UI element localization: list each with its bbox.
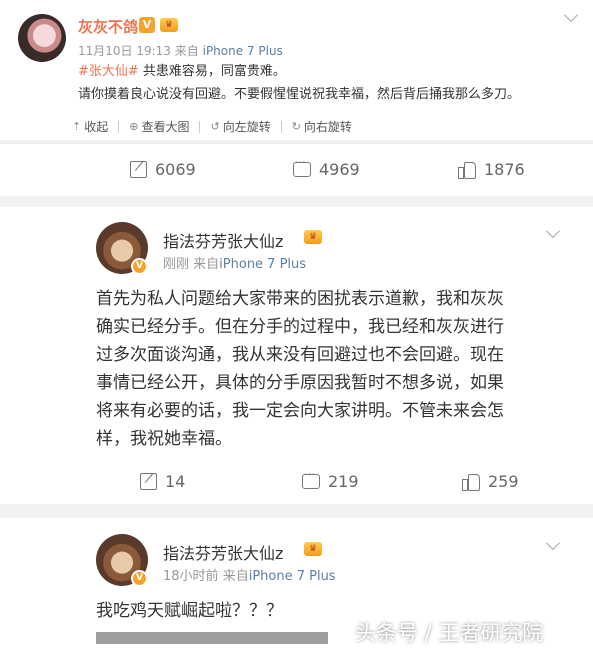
chevron-down-icon[interactable]	[563, 7, 579, 23]
post-meta: 刚刚 来自iPhone 7 Plus	[163, 253, 306, 272]
member-crown-icon: ♛	[304, 230, 322, 244]
post-line: 过多次面谈沟通，我从来没有回避过也不会回避。现在	[96, 345, 504, 365]
source-prefix: 来自	[193, 257, 220, 272]
rotate-right-icon: ↻	[291, 120, 301, 133]
source-link[interactable]: iPhone 7 Plus	[249, 569, 336, 584]
comment-icon	[302, 470, 320, 489]
post-meta: 18小时前 来自iPhone 7 Plus	[163, 565, 336, 584]
avatar[interactable]	[18, 14, 66, 62]
member-crown-icon: ♛	[160, 18, 178, 32]
post-time[interactable]: 11月10日 19:13	[78, 44, 171, 58]
post-meta: 11月10日 19:13 来自 iPhone 7 Plus	[78, 42, 283, 59]
rotate-left-icon: ↺	[210, 120, 220, 133]
like-icon	[462, 473, 480, 491]
post-time[interactable]: 18小时前	[163, 569, 219, 584]
rotate-left-button[interactable]: ↺ 向左旋转	[210, 118, 270, 135]
post-line: 确实已经分手。但在分手的过程中，我已经和灰灰进行	[96, 317, 504, 337]
comment-icon	[293, 158, 311, 177]
repost-icon	[140, 473, 157, 490]
repost-button[interactable]: 14	[140, 472, 185, 491]
author-name[interactable]: 灰灰不鸽	[78, 16, 138, 37]
post-time[interactable]: 刚刚	[163, 257, 189, 272]
repost-count: 14	[165, 472, 186, 491]
source-prefix: 来自	[222, 569, 249, 584]
like-icon	[458, 161, 476, 179]
like-count: 259	[488, 472, 519, 491]
source-prefix: 来自	[174, 44, 199, 58]
like-count: 1876	[484, 160, 525, 179]
comment-count: 4969	[319, 160, 360, 179]
repost-button[interactable]: 6069	[130, 160, 196, 179]
post-card-1: 灰灰不鸽 V ♛ 11月10日 19:13 来自 iPhone 7 Plus #…	[0, 0, 593, 140]
post-line-1: 共患难容易，同富贵难。	[138, 64, 286, 79]
verified-icon: V	[139, 17, 155, 33]
zoom-icon: ⊕	[129, 120, 139, 133]
post-line: 首先为私人问题给大家带来的困扰表示道歉，我和灰灰	[96, 289, 504, 309]
comment-button[interactable]: 219	[302, 470, 359, 491]
image-preview-strip[interactable]	[96, 632, 328, 644]
repost-count: 6069	[155, 160, 196, 179]
post-text: 首先为私人问题给大家带来的困扰表示道歉，我和灰灰 确实已经分手。但在分手的过程中…	[96, 285, 504, 453]
post-text: #张大仙# 共患难容易，同富贵难。	[78, 61, 286, 83]
post-line: 事情已经公开，具体的分手原因我暂时不想多说，如果	[96, 373, 504, 393]
like-button[interactable]: 259	[462, 472, 519, 491]
rotate-right-button[interactable]: ↻ 向右旋转	[292, 118, 352, 135]
verified-icon: V	[131, 570, 148, 587]
comment-button[interactable]: 4969	[293, 158, 360, 179]
image-toolbar: ⇡ 收起 ⊕ 查看大图 ↺ 向左旋转 ↻ 向右旋转	[72, 118, 352, 135]
hashtag-link[interactable]: #张大仙#	[78, 64, 139, 79]
view-large-button[interactable]: ⊕ 查看大图	[129, 118, 189, 135]
member-crown-icon: ♛	[304, 542, 322, 556]
post-line-2: 请你摸着良心说没有回避。不要假惺惺说祝我幸福，然后背后捅我那么多刀。	[78, 87, 521, 102]
post-text: 我吃鸡天赋崛起啦？？？	[96, 601, 283, 621]
collapse-icon: ⇡	[72, 120, 82, 133]
post-1-actions: 6069 4969 1876	[0, 143, 593, 196]
comment-count: 219	[328, 472, 359, 491]
verified-icon: V	[131, 258, 148, 275]
author-name[interactable]: 指法芬芳张大仙z	[163, 540, 283, 564]
source-link[interactable]: iPhone 7 Plus	[219, 257, 306, 272]
watermark: 头条号 / 王者研究院	[355, 621, 544, 645]
post-line: 样，我祝她幸福。	[96, 429, 232, 449]
author-name[interactable]: 指法芬芳张大仙z	[163, 228, 283, 252]
like-button[interactable]: 1876	[458, 160, 525, 179]
post-line: 将来有必要的话，我一定会向大家讲明。不管未来会怎	[96, 401, 504, 421]
source-link[interactable]: iPhone 7 Plus	[203, 44, 283, 58]
collapse-button[interactable]: ⇡ 收起	[72, 118, 108, 135]
repost-icon	[130, 161, 147, 178]
